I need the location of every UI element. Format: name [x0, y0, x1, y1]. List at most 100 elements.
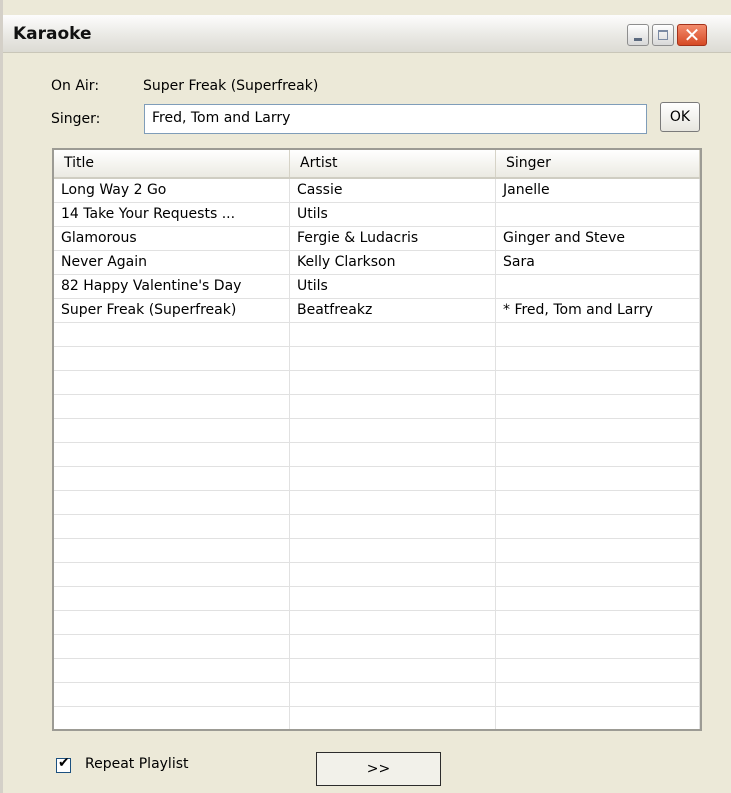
cell-artist: Fergie & Ludacris [290, 227, 496, 250]
maximize-icon [658, 30, 668, 40]
check-icon: ✔ [58, 755, 70, 771]
cell-singer [496, 371, 700, 394]
window-title: Karaoke [13, 24, 92, 44]
cell-artist: Utils [290, 275, 496, 298]
cell-singer [496, 563, 700, 586]
table-row[interactable] [54, 419, 700, 443]
table-row[interactable] [54, 539, 700, 563]
cell-title [54, 611, 290, 634]
table-row[interactable] [54, 371, 700, 395]
cell-singer [496, 707, 700, 729]
ok-button[interactable]: OK [660, 102, 700, 132]
karaoke-window: Karaoke ✕ On Air: Super Freak (Superfrea… [0, 0, 731, 793]
cell-singer: Sara [496, 251, 700, 274]
table-row[interactable] [54, 563, 700, 587]
cell-singer [496, 683, 700, 706]
cell-singer [496, 539, 700, 562]
table-row[interactable] [54, 635, 700, 659]
cell-artist [290, 443, 496, 466]
cell-title: Glamorous [54, 227, 290, 250]
cell-title [54, 707, 290, 729]
table-row[interactable]: Super Freak (Superfreak) Beatfreakz * Fred… [54, 299, 700, 323]
singer-input[interactable]: Fred, Tom and Larry [144, 104, 647, 134]
cell-singer [496, 275, 700, 298]
repeat-playlist-label[interactable]: Repeat Playlist [85, 756, 189, 772]
next-button[interactable]: >> [316, 752, 441, 786]
cell-title: Super Freak (Superfreak) [54, 299, 290, 322]
cell-artist [290, 419, 496, 442]
cell-artist [290, 347, 496, 370]
table-row[interactable]: 14 Take Your Requests ... Utils [54, 203, 700, 227]
cell-artist: Kelly Clarkson [290, 251, 496, 274]
cell-singer [496, 635, 700, 658]
table-row[interactable]: Long Way 2 Go Cassie Janelle [54, 179, 700, 203]
on-air-label: On Air: [51, 78, 100, 94]
table-row[interactable]: Glamorous Fergie & Ludacris Ginger and Ste… [54, 227, 700, 251]
playlist-grid[interactable]: Title Artist Singer Long Way 2 Go Cassie J… [52, 148, 702, 731]
table-row[interactable]: Never Again Kelly Clarkson Sara [54, 251, 700, 275]
cell-singer [496, 491, 700, 514]
maximize-button[interactable] [652, 24, 674, 46]
cell-artist [290, 683, 496, 706]
cell-artist [290, 635, 496, 658]
cell-title [54, 515, 290, 538]
table-row[interactable]: 82 Happy Valentine's Day Utils [54, 275, 700, 299]
cell-artist [290, 371, 496, 394]
close-icon: ✕ [683, 23, 701, 47]
cell-artist [290, 563, 496, 586]
cell-singer [496, 587, 700, 610]
cell-singer [496, 611, 700, 634]
cell-title [54, 347, 290, 370]
cell-singer [496, 323, 700, 346]
cell-title: Never Again [54, 251, 290, 274]
playlist-rows: Long Way 2 Go Cassie Janelle 14 Take Your R… [54, 179, 700, 729]
cell-title [54, 539, 290, 562]
cell-title: Long Way 2 Go [54, 179, 290, 202]
cell-title [54, 683, 290, 706]
table-row[interactable] [54, 659, 700, 683]
cell-artist [290, 491, 496, 514]
cell-artist: Cassie [290, 179, 496, 202]
cell-artist [290, 467, 496, 490]
cell-artist [290, 659, 496, 682]
cell-title [54, 587, 290, 610]
cell-singer: Janelle [496, 179, 700, 202]
cell-singer [496, 659, 700, 682]
cell-singer [496, 467, 700, 490]
minimize-icon [634, 38, 642, 41]
table-row[interactable] [54, 491, 700, 515]
repeat-playlist-checkbox[interactable]: ✔ [56, 755, 71, 773]
table-row[interactable] [54, 611, 700, 635]
minimize-button[interactable] [627, 24, 649, 46]
table-row[interactable] [54, 515, 700, 539]
column-header-artist[interactable]: Artist [290, 150, 496, 177]
table-row[interactable] [54, 707, 700, 729]
cell-title [54, 323, 290, 346]
cell-artist: Utils [290, 203, 496, 226]
cell-title [54, 371, 290, 394]
table-row[interactable] [54, 467, 700, 491]
column-header-singer[interactable]: Singer [496, 150, 700, 177]
close-button[interactable]: ✕ [677, 23, 707, 47]
column-header-title[interactable]: Title [54, 150, 290, 177]
cell-title [54, 563, 290, 586]
cell-artist [290, 707, 496, 729]
table-row[interactable] [54, 443, 700, 467]
table-row[interactable] [54, 347, 700, 371]
cell-title [54, 443, 290, 466]
cell-artist [290, 587, 496, 610]
cell-title: 14 Take Your Requests ... [54, 203, 290, 226]
table-row[interactable] [54, 683, 700, 707]
table-row[interactable] [54, 395, 700, 419]
table-row[interactable] [54, 323, 700, 347]
cell-title [54, 467, 290, 490]
on-air-song: Super Freak (Superfreak) [143, 78, 319, 94]
grid-header: Title Artist Singer [54, 150, 700, 179]
table-row[interactable] [54, 587, 700, 611]
title-bar[interactable]: Karaoke ✕ [3, 15, 731, 53]
cell-singer [496, 347, 700, 370]
cell-singer [496, 203, 700, 226]
singer-label: Singer: [51, 111, 101, 127]
cell-title: 82 Happy Valentine's Day [54, 275, 290, 298]
cell-singer [496, 443, 700, 466]
